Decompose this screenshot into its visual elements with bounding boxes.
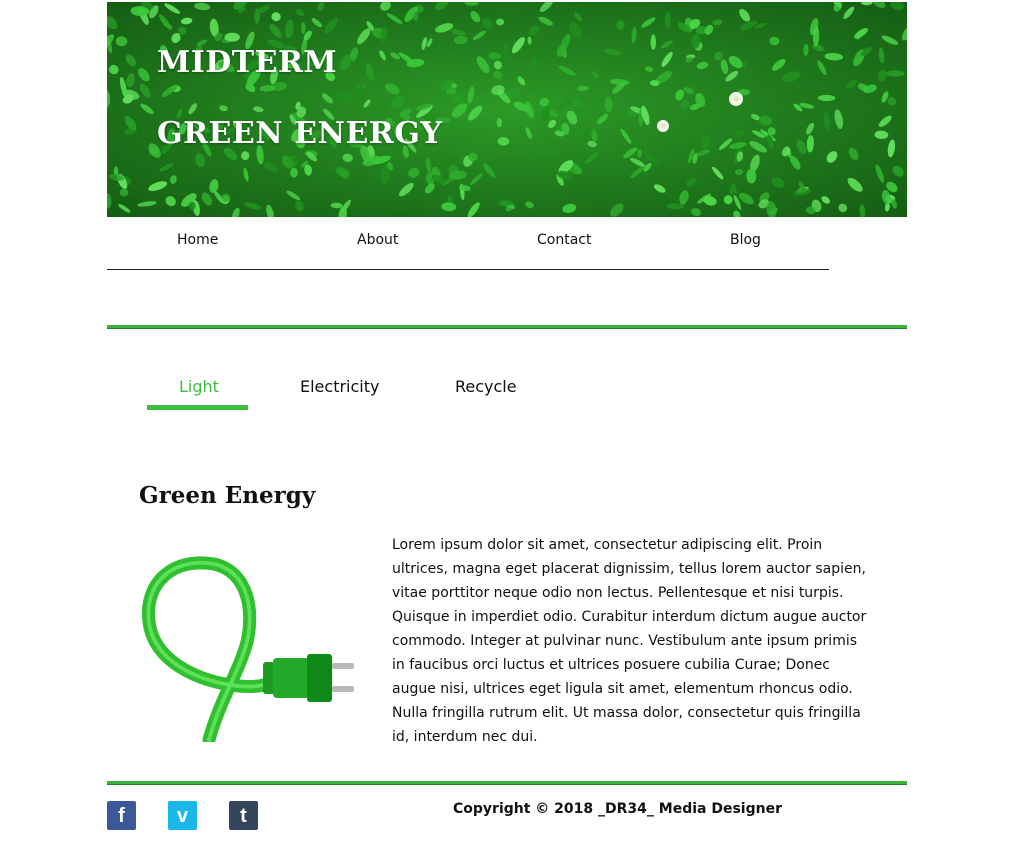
footer-divider [107,781,907,785]
content-heading: Green Energy [139,482,316,509]
site-title-line1: MIDTERM [157,45,338,80]
page: MIDTERM GREEN ENERGY Home About Contact … [0,0,1016,842]
active-tab-indicator [147,405,248,410]
nav-blog-link[interactable]: Blog [730,232,761,248]
content-paragraph: Lorem ipsum dolor sit amet, consectetur … [392,537,867,745]
section-divider [107,325,907,329]
leaves-background-image [107,2,907,217]
copyright-text: Copyright © 2018 _DR34_ Media Designer [453,801,782,817]
tab-recycle[interactable]: Recycle [455,377,517,396]
nav-home-link[interactable]: Home [177,232,218,248]
vimeo-icon[interactable]: v [168,801,197,830]
tab-electricity[interactable]: Electricity [300,377,379,396]
nav-contact-link[interactable]: Contact [537,232,591,248]
facebook-icon[interactable]: f [107,801,136,830]
tumblr-icon[interactable]: t [229,801,258,830]
site-title-line2: GREEN ENERGY [157,116,443,151]
nav-about-link[interactable]: About [357,232,398,248]
green-plug-image [141,556,354,742]
main-navigation: Home About Contact Blog [107,226,829,270]
header-banner: MIDTERM GREEN ENERGY [107,2,907,217]
tab-light[interactable]: Light [179,377,219,396]
